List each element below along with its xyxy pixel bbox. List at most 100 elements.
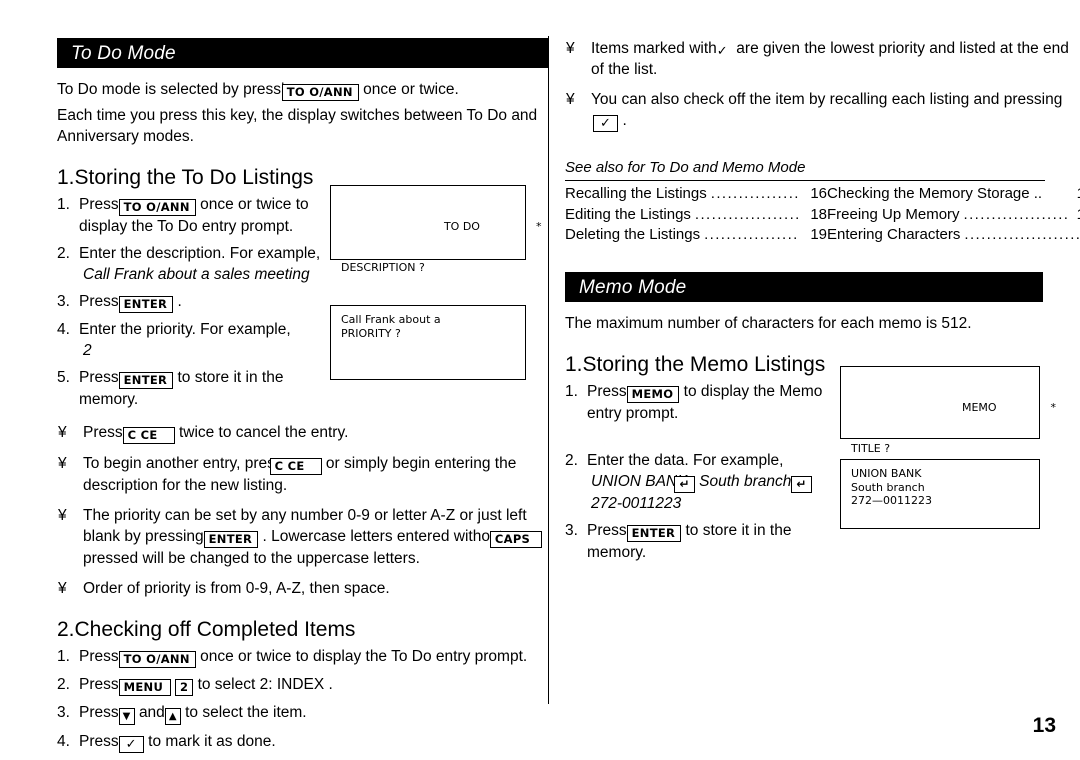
step-marker: 2. bbox=[57, 245, 70, 262]
to-o-ann-key[interactable]: TO O/ANN bbox=[281, 84, 359, 101]
see-also-toc: Recalling the Listings ................ … bbox=[565, 184, 1080, 246]
enter-key[interactable]: ENTER bbox=[203, 531, 259, 548]
to-do-notes-list-continued: ¥ Items marked with✓ are given the lowes… bbox=[565, 38, 1077, 132]
lcd-asterisk-icon: * bbox=[535, 220, 542, 233]
step-marker: 1. bbox=[565, 382, 578, 400]
step-text-post: . bbox=[177, 293, 182, 310]
intro-1-post: once or twice. bbox=[363, 81, 459, 98]
step-item: 3. Press ▼ and ▲ to select the item. bbox=[57, 702, 549, 725]
example-text: 2 bbox=[83, 342, 92, 359]
lcd-line-1: Call Frank about a bbox=[341, 313, 441, 326]
toc-page-number: 1 bbox=[1077, 205, 1080, 226]
bullet-glyph-icon: ¥ bbox=[58, 455, 67, 472]
step-marker: 3. bbox=[57, 704, 70, 721]
note-item: ¥ To begin another entry, pressC CE or s… bbox=[57, 453, 549, 496]
step-item: 2. Press MENU 2 to select 2: INDEX . bbox=[57, 674, 549, 696]
step-text-pre: Press bbox=[587, 382, 627, 400]
step-item: 2. Enter the data. For example, UNION BA… bbox=[565, 450, 837, 514]
menu-key[interactable]: MENU bbox=[118, 679, 171, 696]
enter-key[interactable]: ENTER bbox=[118, 296, 174, 313]
lcd-line-1: MEMO bbox=[961, 401, 997, 414]
step-item: 3. Press ENTER . bbox=[57, 291, 327, 313]
memo-mode-header: Memo Mode bbox=[565, 271, 1043, 302]
lcd-asterisk-icon: * bbox=[1050, 401, 1057, 414]
c-ce-key[interactable]: C CE bbox=[122, 427, 175, 444]
to-o-ann-key[interactable]: TO O/ANN bbox=[118, 199, 196, 216]
toc-entry[interactable]: Entering Characters ....................… bbox=[827, 225, 1080, 246]
note-item: ¥ Order of priority is from 0-9, A-Z, th… bbox=[57, 578, 549, 599]
step-marker: 4. bbox=[57, 321, 70, 338]
enter-key[interactable]: ENTER bbox=[118, 372, 174, 389]
note-item: ¥ Press C CE twice to cancel the entry. bbox=[57, 422, 549, 444]
digit-2-key[interactable]: 2 bbox=[174, 679, 194, 696]
note-text-pre: Press bbox=[83, 424, 123, 441]
step-marker: 2. bbox=[565, 451, 578, 469]
see-also-title: See also for To Do and Memo Mode bbox=[565, 159, 806, 176]
toc-entry[interactable]: Checking the Memory Storage .. 1 bbox=[827, 184, 1080, 205]
toc-column-left: Recalling the Listings ................ … bbox=[565, 184, 827, 246]
toc-entry[interactable]: Freeing Up Memory ................... 1 bbox=[827, 205, 1080, 226]
step-text-pre: Enter the description. For example, bbox=[79, 245, 321, 262]
step-item: 4. Press ✓ to mark it as done. bbox=[57, 731, 549, 753]
step-item: 3. Press ENTER to store it in the memory. bbox=[565, 520, 837, 563]
toc-label: Entering Characters bbox=[827, 226, 961, 244]
memo-intro-paragraph: The maximum number of characters for eac… bbox=[565, 314, 972, 332]
storing-to-do-steps: 1. Press TO O/ANN once or twice to displa… bbox=[57, 194, 327, 410]
step-text-pre: Press bbox=[79, 369, 119, 386]
section-title: Storing the To Do Listings bbox=[74, 166, 314, 189]
caps-key[interactable]: CAPS bbox=[489, 531, 542, 548]
step-marker: 3. bbox=[57, 293, 70, 310]
to-do-mode-header: To Do Mode bbox=[57, 38, 549, 68]
intro-1-pre: To Do mode is selected by pressing bbox=[57, 81, 302, 98]
step-text-post: once or twice to display the To Do entry… bbox=[200, 648, 528, 665]
example-text-b: South branch bbox=[699, 472, 792, 490]
step-marker: 5. bbox=[57, 369, 70, 386]
toc-dot-leader: ................... bbox=[963, 205, 1070, 223]
arrow-down-icon[interactable]: ▼ bbox=[118, 708, 135, 725]
step-text-pre: Press bbox=[79, 196, 119, 213]
step-item: 1. Press TO O/ANN once or twice to displa… bbox=[57, 646, 549, 668]
bullet-glyph-icon: ¥ bbox=[58, 580, 67, 597]
toc-label: Editing the Listings bbox=[565, 205, 691, 223]
step-text-mid: and bbox=[138, 704, 165, 721]
step-item: 5. Press ENTER to store it in the memory. bbox=[57, 367, 327, 410]
toc-label: Recalling the Listings bbox=[565, 185, 707, 203]
bullet-glyph-icon: ¥ bbox=[566, 91, 575, 108]
arrow-up-icon[interactable]: ▲ bbox=[164, 708, 181, 725]
return-key-icon[interactable]: ↵ bbox=[674, 475, 695, 493]
see-also-block: See also for To Do and Memo Mode Recalli… bbox=[565, 158, 1080, 246]
note-item: ¥ Items marked with✓ are given the lowes… bbox=[565, 38, 1077, 80]
note-text-post: twice to cancel the entry. bbox=[178, 424, 349, 441]
to-o-ann-key[interactable]: TO O/ANN bbox=[118, 651, 196, 668]
note-text-post: pressed will be changed to the uppercase… bbox=[83, 550, 420, 567]
to-do-notes-list: ¥ Press C CE twice to cancel the entry. ¥… bbox=[57, 422, 549, 599]
section-title: Checking off Completed Items bbox=[74, 618, 356, 641]
bullet-glyph-icon: ¥ bbox=[566, 40, 575, 57]
toc-dot-leader: ................ bbox=[710, 185, 800, 203]
toc-entry[interactable]: Recalling the Listings ................ … bbox=[565, 184, 827, 205]
toc-entry[interactable]: Editing the Listings ...................… bbox=[565, 205, 827, 226]
memo-key[interactable]: MEMO bbox=[626, 385, 680, 403]
checkmark-key-icon[interactable]: ✓ bbox=[118, 736, 144, 753]
see-also-rule bbox=[565, 180, 1045, 182]
step-marker: 2. bbox=[57, 676, 70, 693]
step-text-pre: Enter the data. For example, bbox=[587, 451, 784, 469]
lcd-line-2: TITLE ? bbox=[851, 441, 891, 455]
checking-off-steps: 1. Press TO O/ANN once or twice to displa… bbox=[57, 646, 549, 753]
enter-key[interactable]: ENTER bbox=[626, 524, 682, 542]
c-ce-key[interactable]: C CE bbox=[269, 458, 322, 475]
note-text-pre: You can also check off the item by recal… bbox=[591, 91, 1063, 108]
return-key-icon[interactable]: ↵ bbox=[791, 475, 812, 493]
lcd-display-to-do-description: TO DO * DESCRIPTION ? bbox=[330, 185, 541, 274]
note-text-post: . bbox=[622, 112, 627, 129]
step-marker: 1. bbox=[57, 648, 70, 665]
toc-column-right: Checking the Memory Storage .. 1 Freeing… bbox=[827, 184, 1080, 246]
toc-entry[interactable]: Deleting the Listings ................. … bbox=[565, 225, 827, 246]
lcd-line-1: TO DO bbox=[443, 220, 480, 233]
bullet-glyph-icon: ¥ bbox=[58, 424, 67, 441]
checkmark-key-icon[interactable]: ✓ bbox=[593, 115, 619, 132]
section-number: 1. bbox=[565, 352, 583, 376]
step-text-pre: Press bbox=[79, 676, 119, 693]
lcd-line-2: South branch bbox=[851, 480, 925, 494]
toc-label: Deleting the Listings bbox=[565, 226, 701, 244]
